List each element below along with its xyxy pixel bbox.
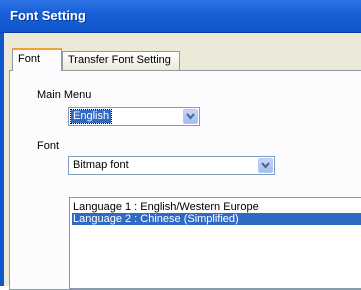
main-menu-label: Main Menu	[37, 89, 92, 101]
list-item[interactable]: Language 1 : English/Western Europe	[72, 201, 260, 213]
chevron-down-icon[interactable]	[183, 109, 198, 124]
font-dropdown[interactable]: Bitmap font	[68, 156, 275, 175]
main-menu-value: English	[69, 109, 113, 124]
window-title: Font Setting	[10, 8, 86, 23]
chevron-down-icon[interactable]	[258, 158, 273, 173]
window-frame-left	[0, 33, 4, 286]
tab-font[interactable]: Font	[12, 48, 62, 71]
main-menu-dropdown[interactable]: English	[68, 107, 200, 126]
font-value: Bitmap font	[73, 159, 129, 171]
tab-label: Font	[18, 53, 41, 65]
tab-transfer-font-setting[interactable]: Transfer Font Setting	[62, 51, 180, 70]
list-item-selected[interactable]: Language 2 : Chinese (Simplified)	[72, 213, 361, 225]
tab-label: Transfer Font Setting	[68, 54, 171, 66]
title-bar[interactable]: Font Setting	[0, 0, 361, 33]
font-label: Font	[37, 140, 60, 152]
language-list[interactable]: Language 1 : English/Western Europe Lang…	[69, 197, 361, 289]
